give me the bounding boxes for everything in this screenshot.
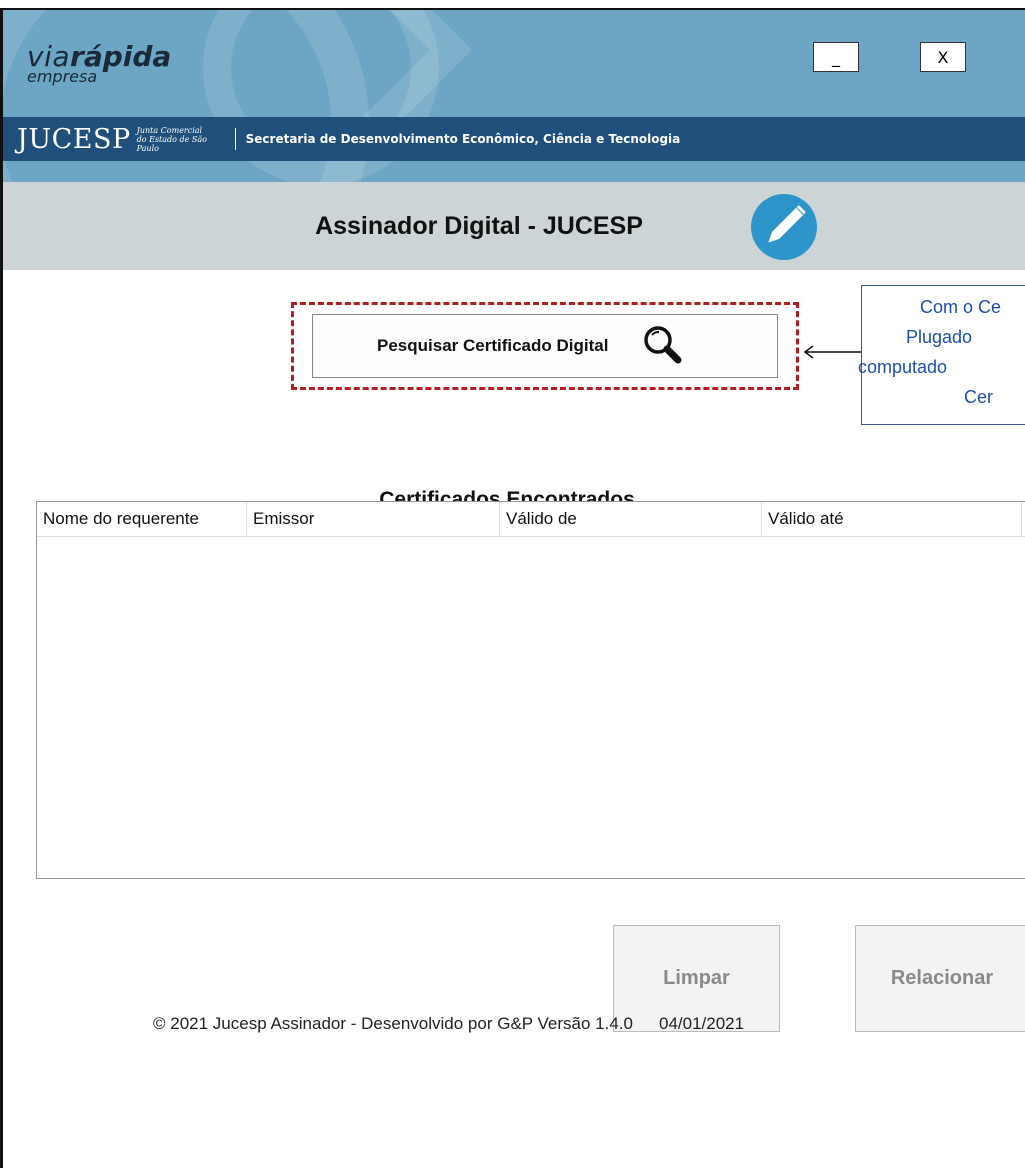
certificates-table[interactable]: Nome do requerente Emissor Válido de Vál… [36, 501, 1025, 879]
via-rapida-logo: viarápida empresa [27, 40, 171, 86]
callout-line: Plugado [906, 327, 973, 347]
column-header-emissor[interactable]: Emissor [247, 502, 500, 536]
close-button[interactable]: X [920, 42, 966, 72]
callout-line: Com o Ce [920, 297, 1002, 317]
search-certificate-button[interactable]: Pesquisar Certificado Digital [312, 314, 778, 378]
table-header: Nome do requerente Emissor Válido de Vál… [37, 502, 1025, 537]
jucesp-bar: JUCESP Junta Comercial do Estado de São … [3, 117, 1025, 161]
page-title: Assinador Digital - JUCESP [315, 211, 643, 240]
arrow-left-icon [803, 345, 863, 359]
title-bar: Assinador Digital - JUCESP [3, 182, 1025, 270]
search-certificate-label: Pesquisar Certificado Digital [377, 336, 609, 355]
footer: © 2021 Jucesp Assinador - Desenvolvido p… [153, 1014, 744, 1034]
column-header-valido-ate[interactable]: Válido até [762, 502, 1022, 536]
column-header-nome[interactable]: Nome do requerente [37, 502, 247, 536]
callout-line: computado [858, 357, 948, 377]
magnifier-icon [640, 322, 688, 370]
minimize-button[interactable]: _ [813, 42, 859, 72]
jucesp-subtitle: Junta Comercial do Estado de São Paulo [137, 126, 227, 153]
jucesp-logo: JUCESP [17, 123, 131, 155]
footer-date: 04/01/2021 [659, 1014, 745, 1033]
secretaria-text: Secretaria de Desenvolvimento Econômico,… [245, 132, 681, 146]
app-header: viarápida empresa _ X JUCESP Junta Comer… [3, 10, 1025, 182]
app-window: viarápida empresa _ X JUCESP Junta Comer… [0, 8, 1025, 1168]
divider [234, 128, 236, 150]
callout-line: Cer [964, 387, 994, 407]
footer-credits: © 2021 Jucesp Assinador - Desenvolvido p… [153, 1014, 633, 1033]
jucesp-subtitle-line: do Estado de São Paulo [136, 134, 207, 153]
relate-button[interactable]: Relacionar [855, 925, 1025, 1032]
pencil-icon [751, 194, 817, 260]
jucesp-subtitle-line: Junta Comercial [136, 125, 203, 135]
column-header-valido-de[interactable]: Válido de [500, 502, 762, 536]
callout-note: Com o Ce Plugado computado Cer [858, 285, 1025, 425]
